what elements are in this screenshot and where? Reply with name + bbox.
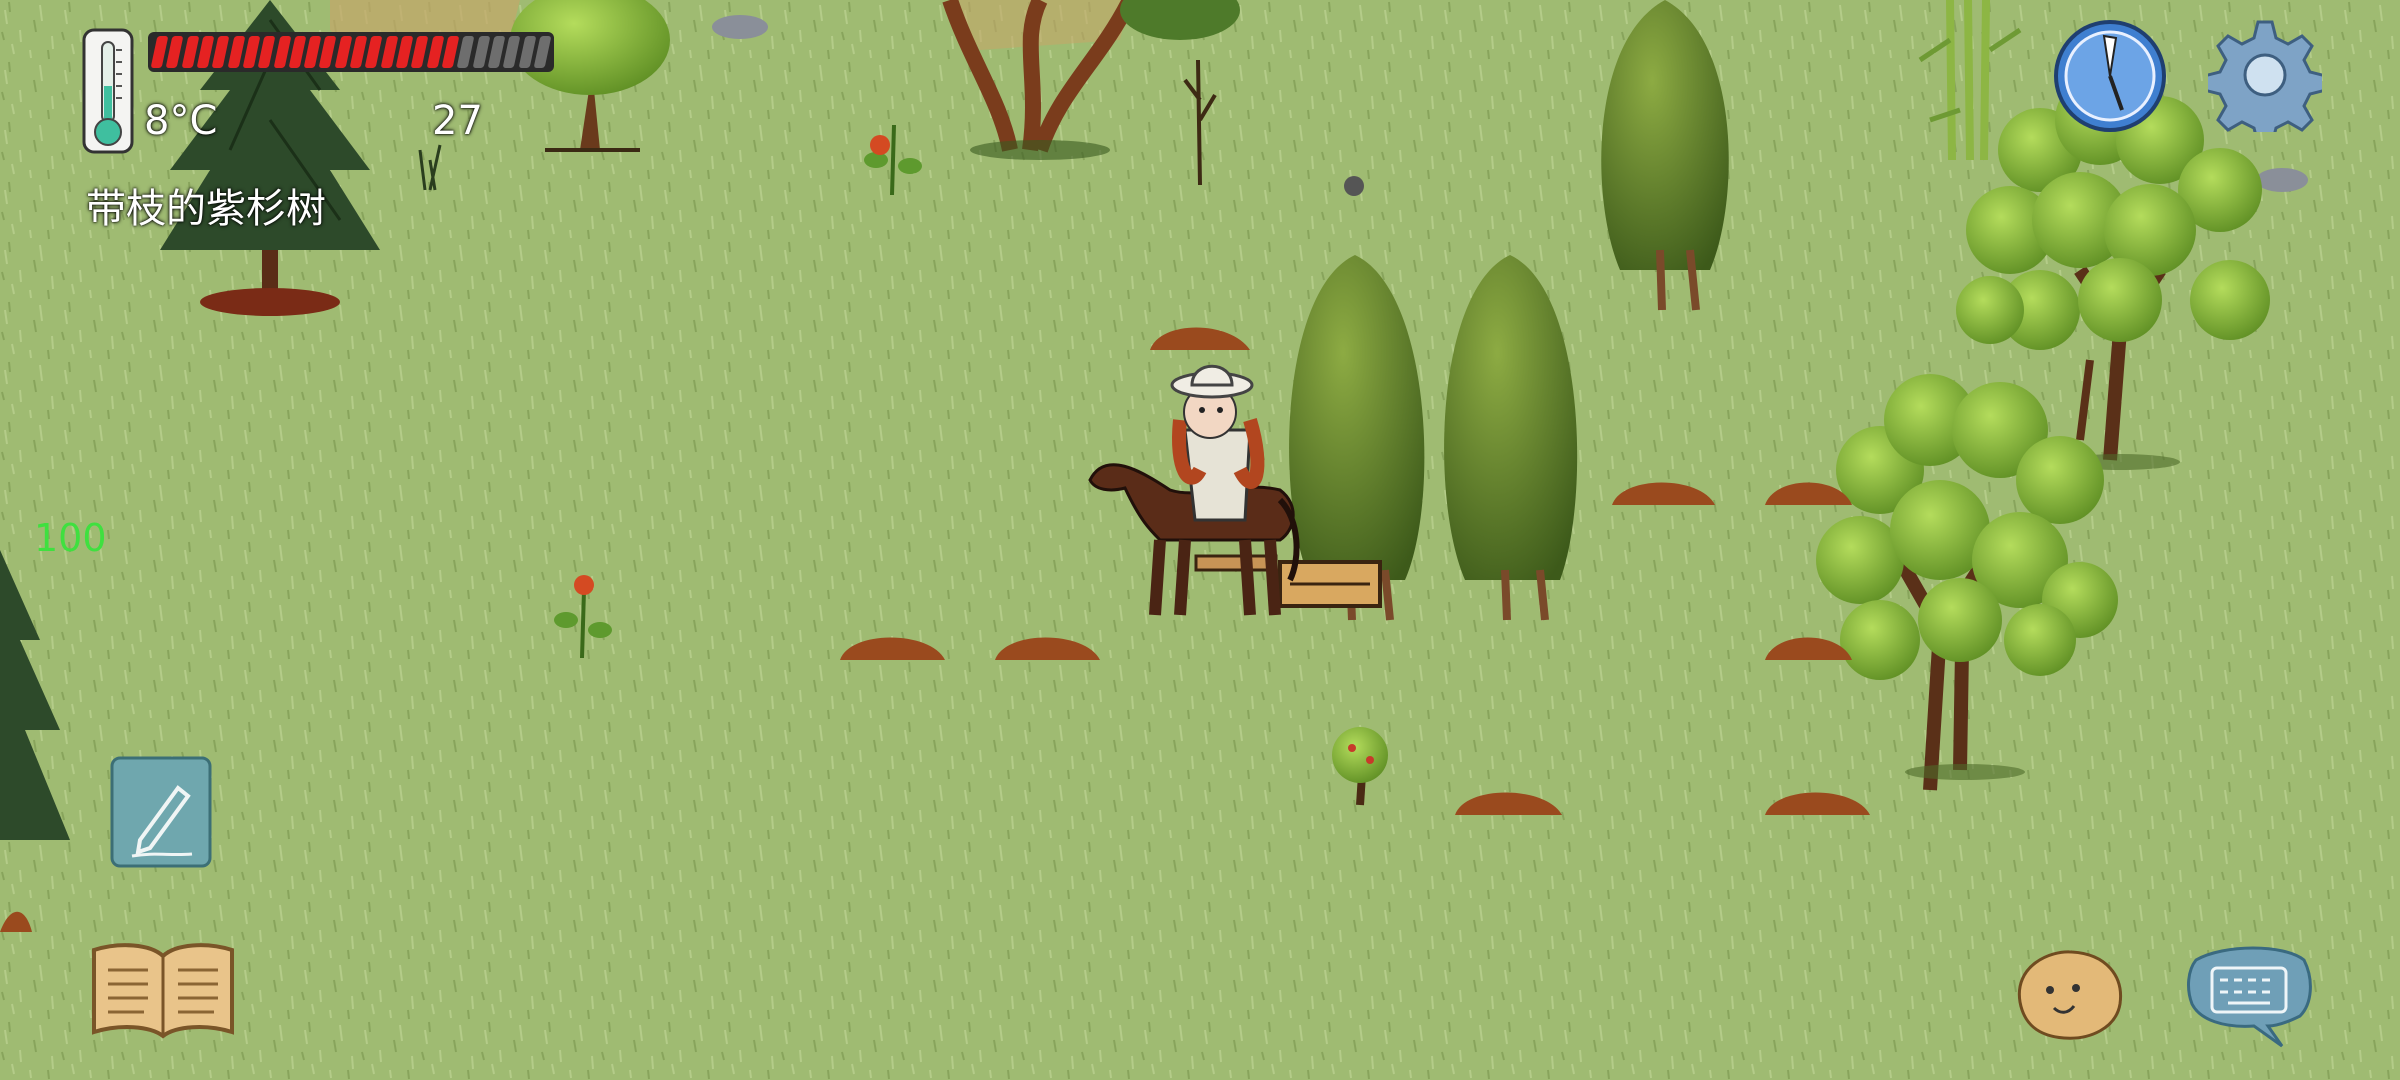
emote-face-icon[interactable] — [2010, 946, 2126, 1042]
rock[interactable] — [2256, 168, 2308, 192]
food-pip-empty — [533, 36, 552, 68]
pencil-icon[interactable] — [110, 756, 212, 868]
food-pip-filled — [165, 36, 185, 68]
thermometer-icon — [82, 28, 134, 154]
food-pip-empty — [456, 36, 475, 68]
food-meter — [148, 32, 554, 72]
game-world[interactable] — [0, 0, 2400, 1080]
recipe-book-icon[interactable] — [90, 940, 236, 1040]
food-pip-filled — [211, 36, 230, 68]
debug-counter: 100 — [34, 516, 107, 560]
settings-gear-icon[interactable] — [2202, 18, 2328, 146]
rock[interactable] — [712, 15, 768, 39]
round-stone[interactable] — [1344, 176, 1364, 196]
temperature-readout: 8°C — [144, 98, 218, 144]
keyboard-chat-icon[interactable] — [2184, 940, 2314, 1050]
age-readout: 27 — [432, 98, 483, 144]
food-pip-empty — [502, 36, 521, 68]
food-pip-filled — [364, 36, 384, 68]
hovered-object-label: 带枝的紫杉树 — [86, 186, 326, 232]
food-pip-filled — [410, 36, 430, 68]
compass-icon[interactable] — [2052, 18, 2168, 134]
food-pip-filled — [257, 36, 276, 68]
